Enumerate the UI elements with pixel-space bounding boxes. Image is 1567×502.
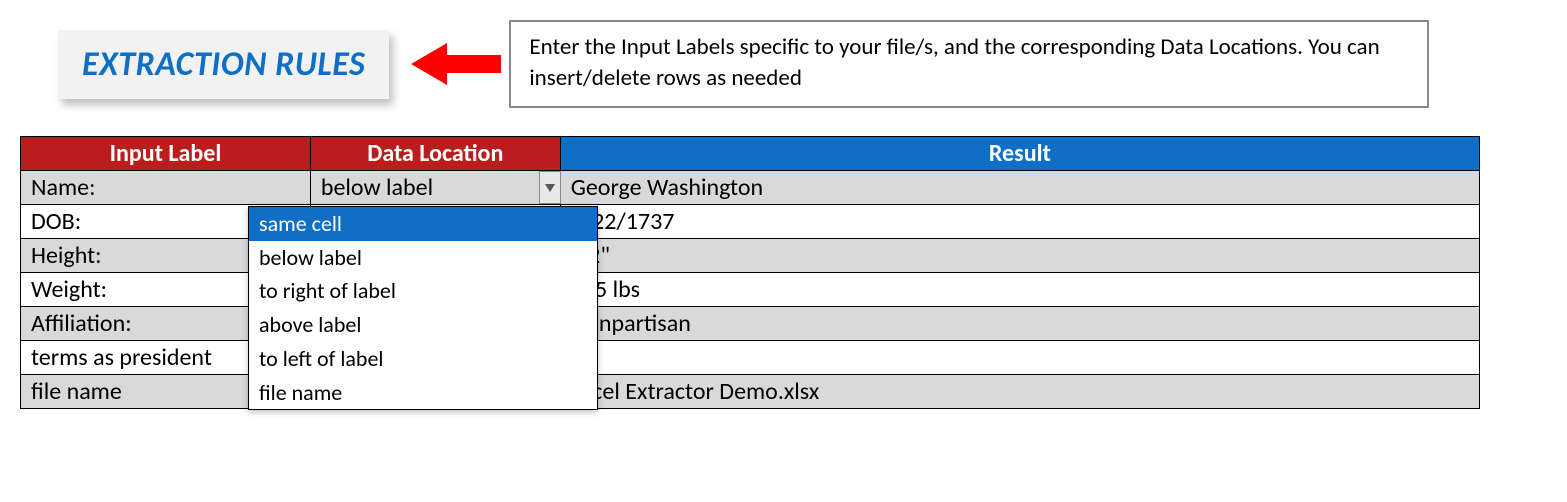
- col-header-result: Result: [560, 137, 1479, 171]
- arrow-left-icon: [411, 39, 501, 89]
- cell-result: George Washington: [560, 171, 1479, 205]
- instruction-text: Enter the Input Labels specific to your …: [509, 20, 1429, 108]
- dropdown-option[interactable]: to left of label: [249, 342, 597, 376]
- chevron-down-icon: [545, 184, 555, 192]
- cell-result: 2/22/1737: [560, 205, 1479, 239]
- dropdown-option[interactable]: to right of label: [249, 274, 597, 308]
- extraction-rules-table: Input Label Data Location Result Name: b…: [20, 136, 1480, 409]
- extraction-rules-title: EXTRACTION RULES: [58, 30, 389, 99]
- cell-result: Excel Extractor Demo.xlsx: [560, 375, 1479, 409]
- data-location-dropdown[interactable]: same cell below label to right of label …: [248, 206, 598, 410]
- col-header-input-label: Input Label: [21, 137, 311, 171]
- dropdown-option[interactable]: file name: [249, 376, 597, 410]
- cell-result: 6'2": [560, 239, 1479, 273]
- dropdown-option[interactable]: same cell: [249, 207, 597, 241]
- dropdown-option[interactable]: above label: [249, 308, 597, 342]
- cell-result: Nonpartisan: [560, 307, 1479, 341]
- cell-result: 175 lbs: [560, 273, 1479, 307]
- dropdown-toggle-button[interactable]: [539, 171, 561, 204]
- col-header-data-location: Data Location: [310, 137, 560, 171]
- cell-data-location[interactable]: below label: [310, 171, 560, 205]
- dropdown-option[interactable]: below label: [249, 241, 597, 275]
- cell-data-location-value: below label: [321, 173, 433, 202]
- cell-result: 2: [560, 341, 1479, 375]
- cell-input-label[interactable]: Name:: [21, 171, 311, 205]
